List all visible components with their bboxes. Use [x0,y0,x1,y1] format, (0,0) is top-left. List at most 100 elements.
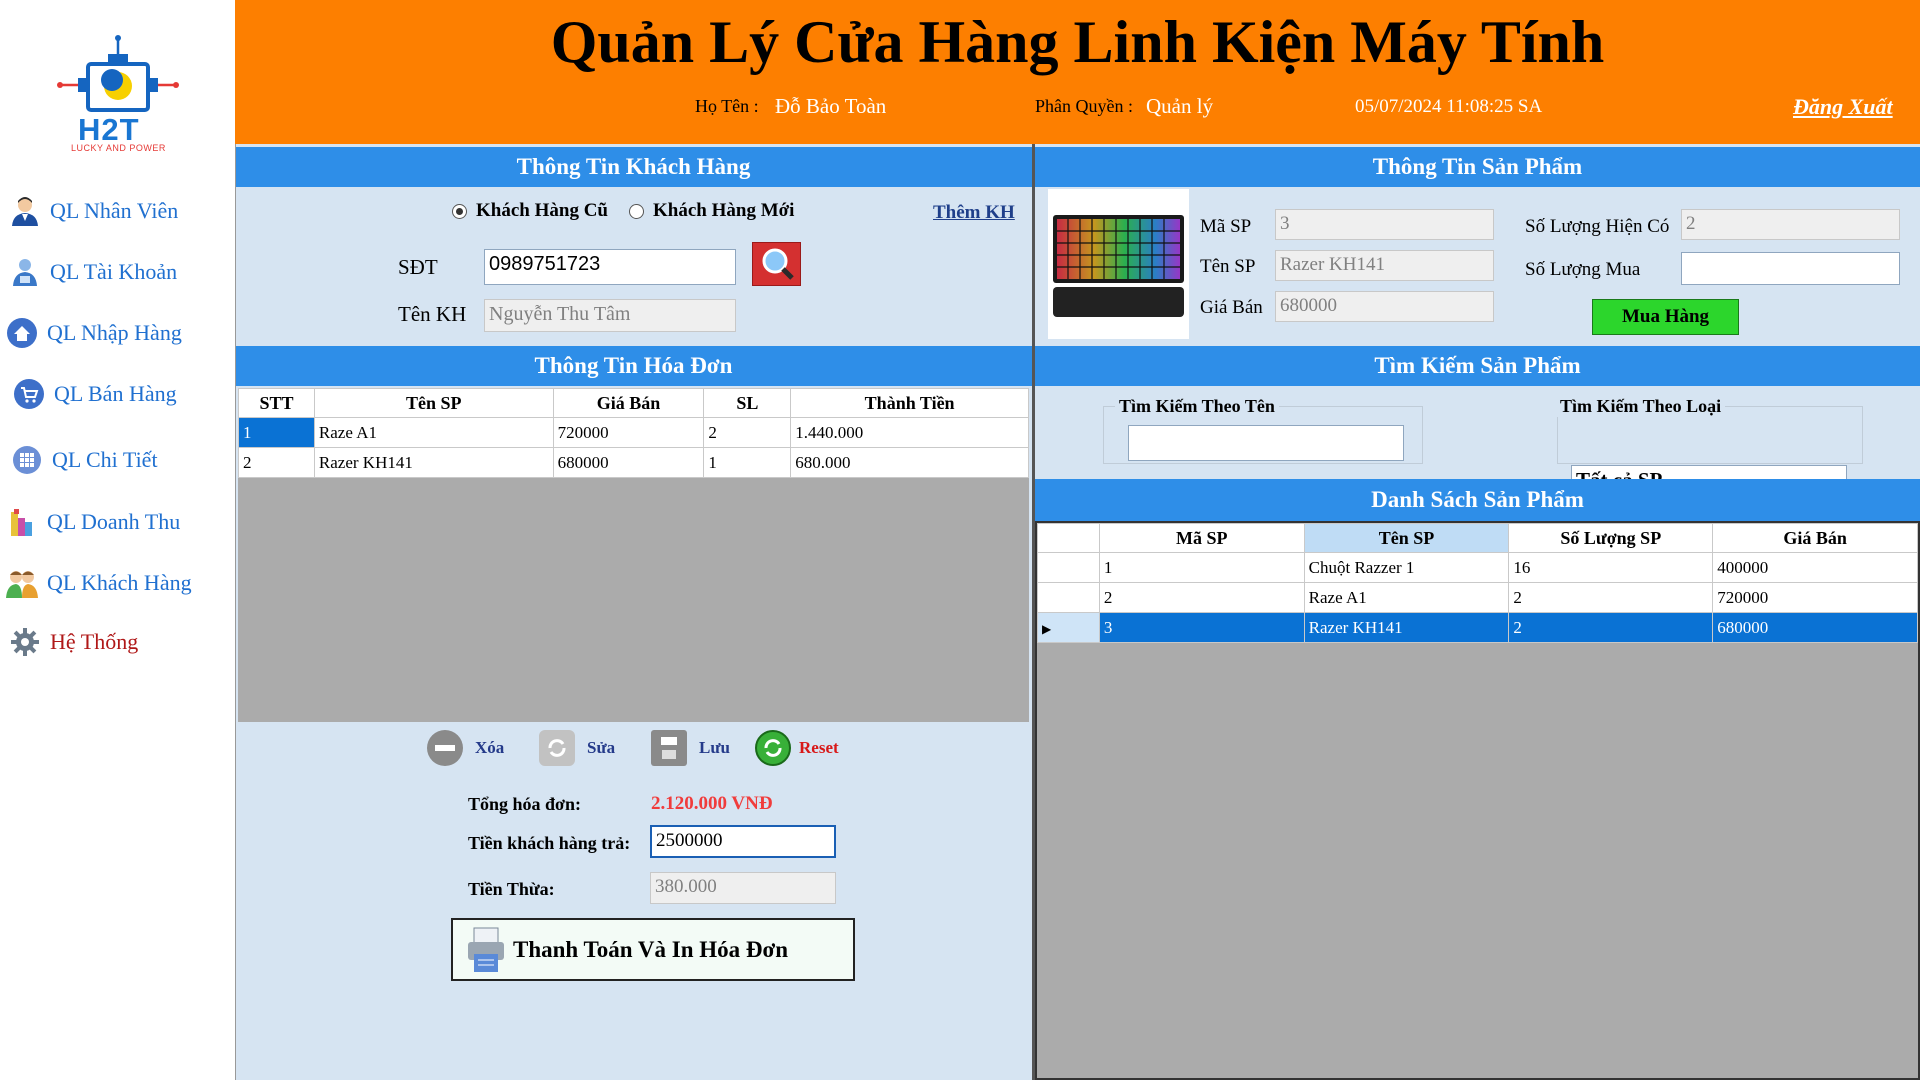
customer-name-field: Nguyễn Thu Tâm [484,299,736,332]
table-cell[interactable]: 680.000 [790,447,1029,478]
table-cell[interactable]: 680000 [552,447,705,478]
row-header[interactable] [1037,582,1100,613]
radio-button [629,203,644,219]
column-header[interactable]: STT [238,388,315,418]
table-cell[interactable]: Raze A1 [313,417,554,448]
table-row[interactable]: 2 Raze A1 2 720000 [1037,582,1918,613]
table-row[interactable]: 2 Razer KH141 680000 1 680.000 [238,447,1029,478]
sidebar-item-label: QL Doanh Thu [47,509,181,534]
radio-label: Khách Hàng Cũ [476,200,608,221]
search-by-type-label: Tìm Kiếm Theo Loại [1556,396,1726,417]
edit-button[interactable]: Sửa [539,730,615,766]
product-price-label: Giá Bán [1200,297,1263,318]
table-cell[interactable]: Chuột Razzer 1 [1303,552,1510,583]
customer-panel-title: Thông Tin Khách Hàng [235,147,1032,187]
column-header[interactable]: Tên SP [313,388,554,418]
sidebar-item-label: QL Bán Hàng [54,381,177,406]
table-cell[interactable]: Razer KH141 [1303,612,1510,643]
column-header[interactable]: Tên SP [1303,523,1510,553]
delete-label: Xóa [475,738,505,757]
sidebar-item-customers[interactable]: QL Khách Hàng [5,561,225,605]
invoice-panel-title: Thông Tin Hóa Đơn [235,346,1032,386]
logo-subtitle: LUCKY AND POWER [71,143,166,153]
table-cell[interactable]: 720000 [1712,582,1918,613]
sidebar-item-system[interactable]: Hệ Thống [8,620,228,664]
search-customer-button[interactable] [752,242,801,286]
table-cell[interactable]: 1 [238,417,315,448]
sidebar-item-sales[interactable]: QL Bán Hàng [12,372,232,416]
sidebar-item-label: QL Tài Khoản [50,259,178,284]
column-header[interactable]: Giá Bán [552,388,705,418]
save-label: Lưu [699,738,730,757]
pay-and-print-button[interactable]: Thanh Toán Và In Hóa Đơn [451,918,855,981]
table-cell[interactable]: 680000 [1712,612,1918,643]
table-header-row: STT Tên SP Giá Bán SL Thành Tiền [238,388,1029,418]
sidebar-item-details[interactable]: QL Chi Tiết [10,438,230,482]
page-title: Quản Lý Cửa Hàng Linh Kiện Máy Tính [550,9,1605,75]
column-header[interactable]: Mã SP [1098,523,1305,553]
row-pointer-icon: ▶ [1042,621,1052,636]
floppy-disk-icon [651,730,687,766]
stock-label: Số Lượng Hiện Có [1525,216,1670,237]
table-cell[interactable]: Razer KH141 [313,447,554,478]
table-cell[interactable]: Raze A1 [1303,582,1510,613]
column-header[interactable]: Số Lượng SP [1508,523,1714,553]
table-cell[interactable]: 1.440.000 [790,417,1029,448]
search-by-name-input[interactable] [1128,425,1404,461]
column-header[interactable]: Giá Bán [1712,523,1918,553]
sidebar-item-accounts[interactable]: QL Tài Khoản [8,250,228,294]
total-label: Tổng hóa đơn: [468,794,582,814]
table-header-row: Mã SP Tên SP Số Lượng SP Giá Bán [1037,523,1918,553]
table-cell[interactable]: 2 [1508,582,1714,613]
sidebar-item-import[interactable]: QL Nhập Hàng [5,311,225,355]
table-cell[interactable]: 400000 [1712,552,1918,583]
product-code-field: 3 [1275,209,1494,240]
customer-panel: Thông Tin Khách Hàng Khách Hàng Cũ Khách… [235,144,1032,346]
invoice-panel: Thông Tin Hóa Đơn STT Tên SP Giá Bán SL … [235,346,1032,1080]
product-image [1048,189,1189,339]
table-cell[interactable]: 1 [703,447,792,478]
radio-old-customer[interactable]: Khách Hàng Cũ [452,200,608,222]
table-row[interactable]: 1 Raze A1 720000 2 1.440.000 [238,417,1029,448]
search-panel: Tìm Kiếm Sản Phẩm Tìm Kiếm Theo Tên Tìm … [1035,346,1920,500]
row-header[interactable] [1037,552,1100,583]
buy-qty-input[interactable] [1681,252,1900,285]
buy-qty-label: Số Lượng Mua [1525,259,1641,280]
table-row[interactable]: 1 Chuột Razzer 1 16 400000 [1037,552,1918,583]
table-cell[interactable]: 2 [238,447,315,478]
table-cell[interactable]: 720000 [552,417,705,448]
table-cell[interactable]: 3 [1098,612,1305,643]
minus-icon [427,730,463,766]
total-value: 2.120.000 VNĐ [651,793,773,814]
table-cell[interactable]: 2 [703,417,792,448]
reset-label: Reset [799,738,839,757]
datetime: 05/07/2024 11:08:25 SA [1355,96,1543,117]
product-panel-title: Thông Tin Sản Phẩm [1035,147,1920,187]
phone-input[interactable]: 0989751723 [484,249,736,285]
app-logo: H2T LUCKY AND POWER [50,30,186,158]
radio-new-customer[interactable]: Khách Hàng Mới [629,200,794,222]
sidebar-item-revenue[interactable]: QL Doanh Thu [5,500,225,544]
sidebar-item-employees[interactable]: QL Nhân Viên [8,189,228,233]
column-header[interactable]: SL [703,388,792,418]
product-list-panel: Danh Sách Sản Phẩm Mã SP Tên SP Số Lượng… [1035,479,1920,1080]
column-header[interactable]: Thành Tiền [790,388,1029,418]
add-customer-link[interactable]: Thêm KH [933,202,1015,224]
table-cell[interactable]: 16 [1508,552,1714,583]
buy-button[interactable]: Mua Hàng [1592,299,1739,335]
save-button[interactable]: Lưu [651,730,730,766]
employee-icon [8,194,42,228]
role-value: Quản lý [1146,94,1214,118]
row-header[interactable]: ▶ [1037,612,1100,643]
table-row-selected[interactable]: ▶ 3 Razer KH141 2 680000 [1037,612,1918,643]
table-cell[interactable]: 2 [1508,612,1714,643]
product-price-field: 680000 [1275,291,1494,322]
logout-link[interactable]: Đăng Xuất [1793,94,1893,120]
reset-button[interactable]: Reset [755,730,839,766]
paid-input[interactable]: 2500000 [650,825,836,858]
table-cell[interactable]: 2 [1098,582,1305,613]
keyboard-image-icon [1053,215,1184,317]
sidebar-item-label: QL Nhân Viên [50,198,179,223]
delete-button[interactable]: Xóa [427,730,504,766]
table-cell[interactable]: 1 [1098,552,1305,583]
